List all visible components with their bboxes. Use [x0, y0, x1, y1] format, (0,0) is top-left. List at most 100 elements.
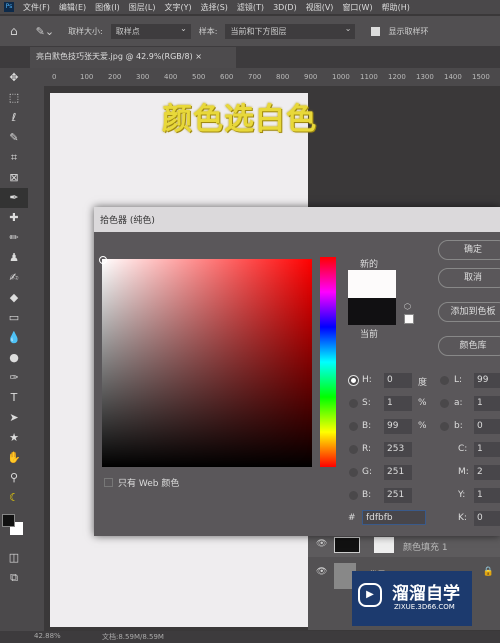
sample-size-label: 取样大小: [68, 26, 103, 36]
ruler-tick: 1400 [444, 73, 462, 81]
ruler-tick: 600 [220, 73, 234, 81]
shape-tool-icon[interactable]: ★ [0, 428, 28, 448]
field-label-h: H: [362, 375, 372, 385]
document-tab[interactable]: 亮白默色技巧张天爱.jpg @ 42.9%(RGB/8) × [30, 47, 236, 68]
field-input-r[interactable]: 253 [384, 442, 412, 457]
menu-layer[interactable]: 图层(L) [129, 2, 156, 13]
gradient-tool-icon[interactable]: ▭ [0, 308, 28, 328]
eye-icon[interactable]: 👁 [316, 539, 327, 549]
canvas-title-text: 颜色选白色 [162, 102, 317, 137]
radio-lab-L[interactable] [440, 376, 449, 385]
path-select-icon[interactable]: ➤ [0, 408, 28, 428]
close-tab-icon[interactable]: × [195, 52, 202, 61]
menu-file[interactable]: 文件(F) [23, 2, 50, 13]
healing-tool-icon[interactable]: ✚ [0, 208, 28, 228]
ruler-tick: 800 [276, 73, 290, 81]
menu-help[interactable]: 帮助(H) [382, 2, 410, 13]
type-tool-icon[interactable]: T [0, 388, 28, 408]
menu-filter[interactable]: 滤镜(T) [237, 2, 264, 13]
home-icon[interactable]: ⌂ [10, 24, 18, 38]
quick-mask-icon[interactable]: ◫ [0, 548, 28, 568]
lasso-tool-icon[interactable]: ℓ [0, 108, 28, 128]
watermark-url: ZIXUE.3D66.COM [394, 603, 455, 611]
field-label-lab-L: L: [454, 375, 463, 385]
field-input-lab-L[interactable]: 99 [474, 373, 500, 388]
new-label: 新的 [360, 260, 379, 270]
blur-tool-icon[interactable]: 💧 [0, 328, 28, 348]
zoom-tool-icon[interactable]: ⚲ [0, 468, 28, 488]
radio-g[interactable] [349, 468, 358, 477]
color-picker-dialog: 拾色器 (纯色) 新的 当前 ⬡ 确定 取消 添加到色板 颜色库 H: 0 度 … [94, 207, 500, 536]
menu-image[interactable]: 图像(I) [95, 2, 120, 13]
ok-button[interactable]: 确定 [438, 240, 500, 260]
menu-view[interactable]: 视图(V) [306, 2, 334, 13]
sample-size-select[interactable]: 取样点 [110, 21, 191, 39]
web-safe-swatch[interactable] [404, 314, 414, 324]
web-only-checkbox[interactable] [104, 478, 113, 487]
marquee-tool-icon[interactable]: ⬚ [0, 88, 28, 108]
zoom-level[interactable]: 42.88% [34, 632, 61, 640]
menu-type[interactable]: 文字(Y) [164, 2, 191, 13]
current-color-swatch[interactable] [348, 298, 396, 325]
sample-select[interactable]: 当前和下方图层 [225, 21, 356, 39]
radio-r[interactable] [349, 445, 358, 454]
field-input-lab-b[interactable]: 0 [474, 419, 500, 434]
eyedropper-icon[interactable]: ✎⌄ [36, 25, 54, 38]
menu-3d[interactable]: 3D(D) [273, 3, 297, 12]
stamp-tool-icon[interactable]: ♟ [0, 248, 28, 268]
field-unit: 度 [418, 378, 428, 388]
field-input-s[interactable]: 1 [384, 396, 412, 411]
hand-tool-icon[interactable]: ✋ [0, 448, 28, 468]
eraser-tool-icon[interactable]: ◆ [0, 288, 28, 308]
radio-s[interactable] [349, 399, 358, 408]
field-input-g[interactable]: 251 [384, 465, 412, 480]
color-libraries-button[interactable]: 颜色库 [438, 336, 500, 356]
radio-lab-b[interactable] [440, 422, 449, 431]
menu-edit[interactable]: 编辑(E) [59, 2, 86, 13]
field-label-g: G: [362, 467, 373, 477]
color-swatches[interactable] [0, 508, 28, 548]
radio-bl[interactable] [349, 491, 358, 500]
show-ring-checkbox[interactable] [371, 26, 381, 36]
history-brush-icon[interactable]: ✍ [0, 268, 28, 288]
field-label-bv: B: [362, 421, 372, 431]
color-field[interactable] [99, 256, 312, 467]
frame-tool-icon[interactable]: ⊠ [0, 168, 28, 188]
layer-row[interactable]: 👁 颜色填充 1 [308, 535, 500, 557]
eyedropper-tool-icon[interactable]: ✒ [0, 188, 28, 208]
hue-slider[interactable] [320, 257, 336, 467]
ruler-tick: 700 [248, 73, 262, 81]
ruler-tick: 0 [52, 73, 57, 81]
hex-input[interactable]: fdfbfb [362, 510, 426, 525]
menu-select[interactable]: 选择(S) [201, 2, 228, 13]
dodge-tool-icon[interactable]: ● [0, 348, 28, 368]
field-input-h[interactable]: 0 [384, 373, 412, 388]
ruler-tick: 1500 [472, 73, 490, 81]
eye-icon[interactable]: 👁 [316, 567, 327, 577]
screen-mode-icon[interactable]: ⧉ [0, 568, 28, 588]
field-input-m[interactable]: 2 [474, 465, 500, 480]
radio-h[interactable] [349, 376, 358, 385]
field-input-c[interactable]: 1 [474, 442, 500, 457]
pen-tool-icon[interactable]: ✑ [0, 368, 28, 388]
field-input-bv[interactable]: 99 [384, 419, 412, 434]
field-input-y[interactable]: 1 [474, 488, 500, 503]
field-input-k[interactable]: 0 [474, 511, 500, 526]
ruler-tick: 1200 [388, 73, 406, 81]
add-to-swatches-button[interactable]: 添加到色板 [438, 302, 500, 322]
radio-bv[interactable] [349, 422, 358, 431]
crop-tool-icon[interactable]: ⌗ [0, 148, 28, 168]
radio-lab-a[interactable] [440, 399, 449, 408]
brush-tool-icon[interactable]: ✏ [0, 228, 28, 248]
field-label-m: M: [458, 467, 469, 477]
ruler-tick: 200 [108, 73, 122, 81]
quick-select-tool-icon[interactable]: ✎ [0, 128, 28, 148]
web-only-label: 只有 Web 颜色 [118, 479, 180, 489]
move-tool-icon[interactable]: ✥ [0, 68, 28, 88]
menu-window[interactable]: 窗口(W) [342, 2, 372, 13]
field-input-lab-a[interactable]: 1 [474, 396, 500, 411]
field-input-bl[interactable]: 251 [384, 488, 412, 503]
field-label-r: R: [362, 444, 372, 454]
cancel-button[interactable]: 取消 [438, 268, 500, 288]
field-label-k: K: [458, 513, 467, 523]
